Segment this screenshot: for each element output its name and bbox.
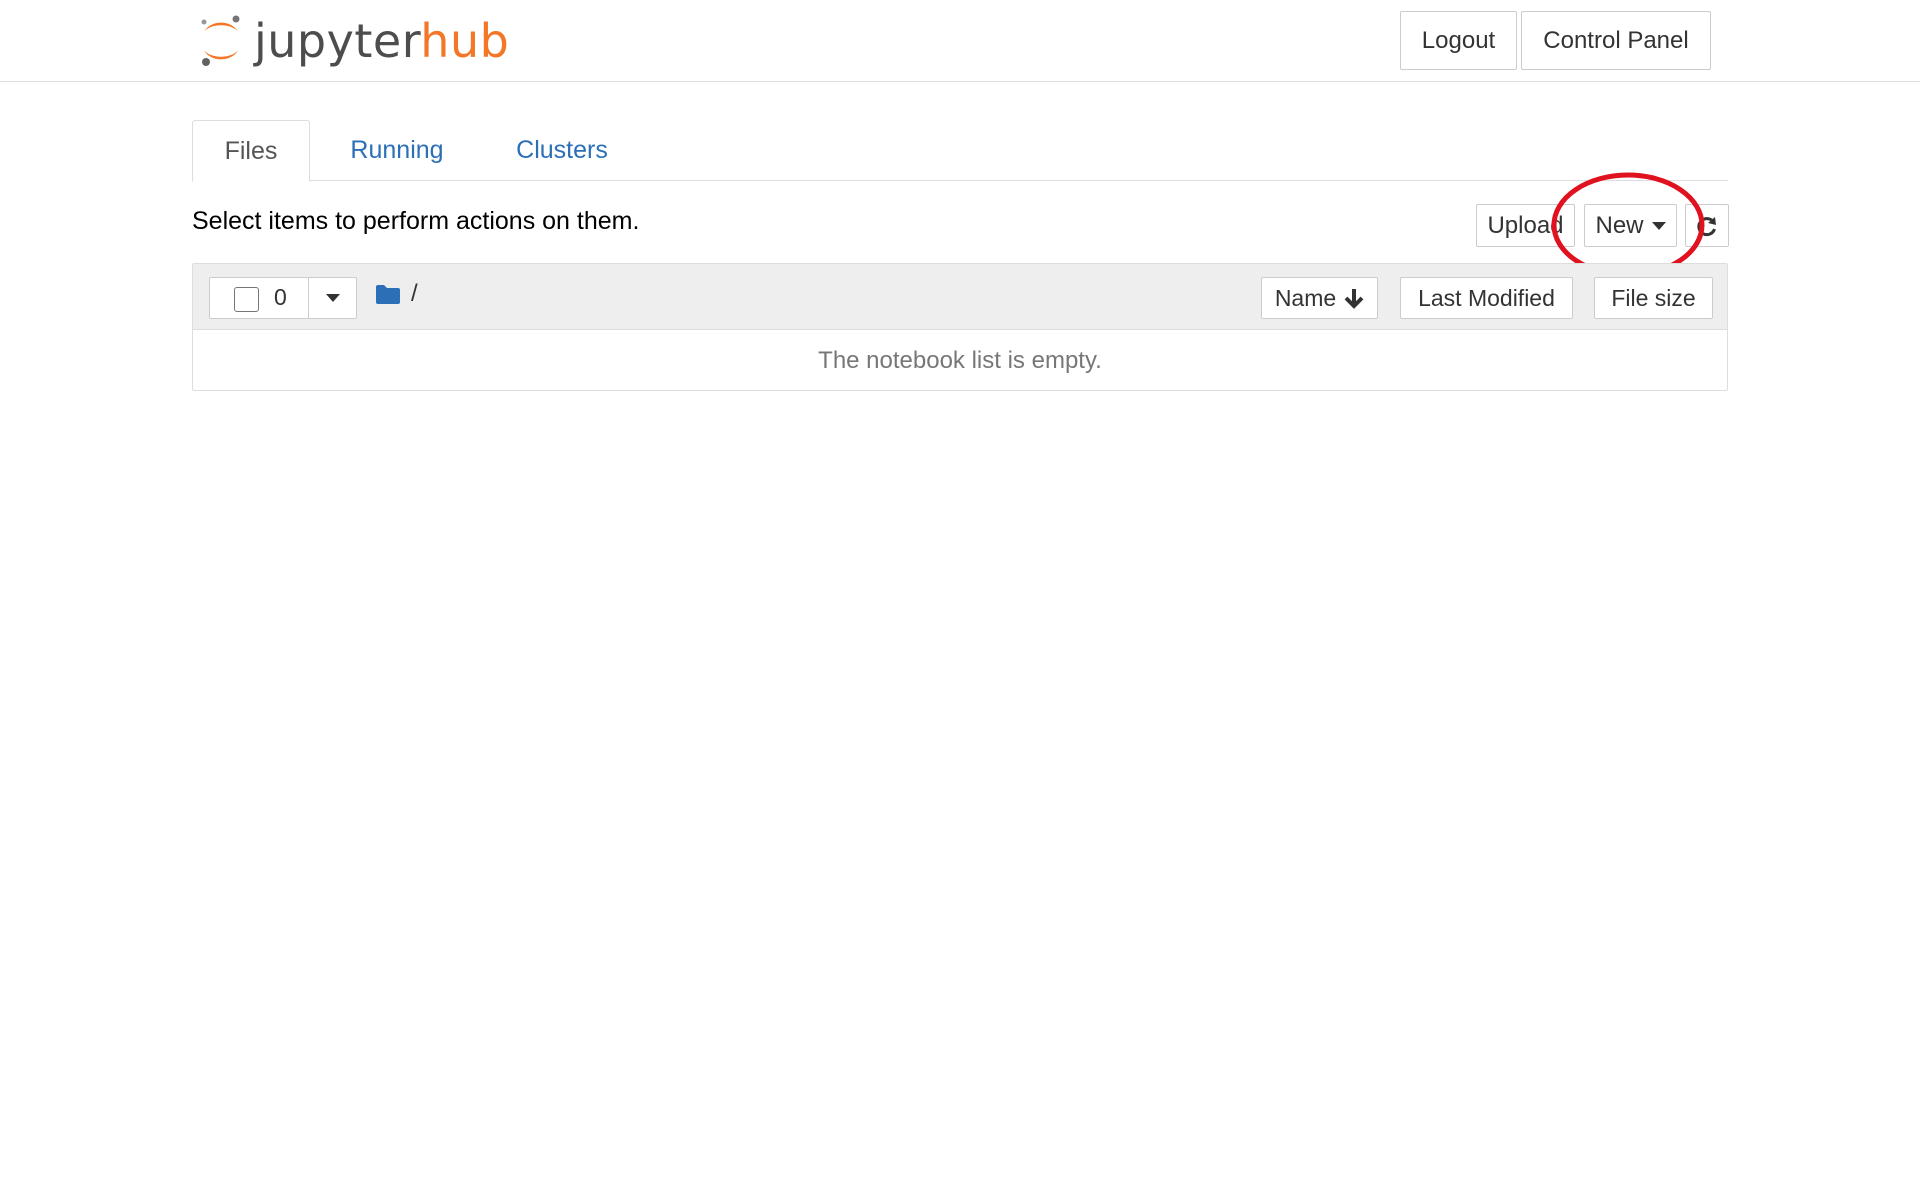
select-all-group: 0 (209, 277, 357, 319)
new-button-label: New (1595, 211, 1644, 239)
jupyter-logo-icon (201, 15, 240, 66)
breadcrumb: / (375, 280, 418, 308)
sort-by-file-size-button[interactable]: File size (1594, 277, 1713, 319)
selection-instruction: Select items to perform actions on them. (192, 207, 640, 235)
folder-icon[interactable] (375, 284, 401, 305)
selected-count: 0 (274, 284, 287, 310)
jupyterhub-logo[interactable]: jupyterhub (198, 8, 509, 70)
sort-name-label: Name (1274, 284, 1337, 311)
empty-list-message: The notebook list is empty. (818, 346, 1102, 374)
top-header: jupyterhub Logout Control Panel (0, 0, 1920, 82)
breadcrumb-path[interactable]: / (411, 280, 418, 308)
new-dropdown-button[interactable]: New (1584, 204, 1677, 247)
caret-down-icon (325, 294, 340, 302)
logout-button[interactable]: Logout (1400, 11, 1517, 70)
logo-wordmark: jupyterhub (254, 14, 509, 68)
tab-files[interactable]: Files (192, 120, 310, 182)
select-dropdown-button[interactable] (309, 278, 356, 318)
arrow-down-icon (1344, 287, 1364, 309)
upload-button[interactable]: Upload (1476, 204, 1575, 247)
refresh-icon (1697, 216, 1716, 236)
tab-clusters[interactable]: Clusters (492, 120, 632, 181)
notebook-list-header: 0 / Name Last Modified File size (193, 264, 1727, 330)
logo-jupyter-text: jupyter (254, 14, 421, 68)
logo-hub-text: hub (420, 14, 510, 68)
tab-bar: Files Running Clusters (192, 120, 1728, 182)
sort-by-last-modified-button[interactable]: Last Modified (1400, 277, 1573, 319)
tab-running[interactable]: Running (332, 120, 462, 181)
select-all-checkbox[interactable] (234, 287, 259, 312)
caret-down-icon (1651, 221, 1666, 230)
sort-by-name-button[interactable]: Name (1261, 277, 1378, 319)
refresh-button[interactable] (1685, 204, 1729, 247)
control-panel-button[interactable]: Control Panel (1521, 11, 1711, 70)
notebook-list-panel: 0 / Name Last Modified File size The not… (192, 263, 1728, 391)
